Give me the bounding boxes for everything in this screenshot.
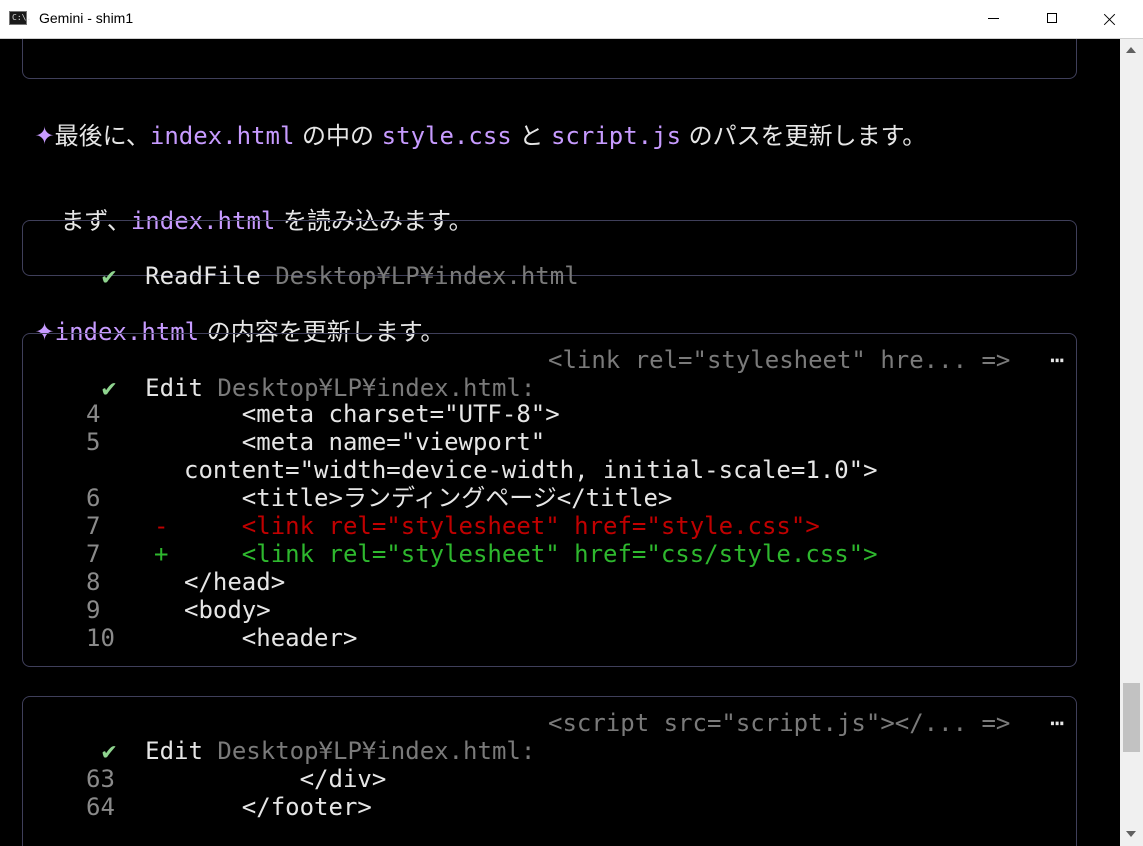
code-text: <header> bbox=[184, 624, 358, 652]
close-button[interactable] bbox=[1082, 0, 1140, 38]
message-text: のパスを更新します。 bbox=[681, 122, 927, 150]
minimize-icon bbox=[988, 18, 999, 19]
line-number: 7 bbox=[86, 512, 101, 540]
previous-tool-box bbox=[22, 39, 1077, 79]
tool-path: Desktop¥LP¥index.html bbox=[275, 262, 579, 290]
message-text: 最後に、 bbox=[54, 122, 150, 150]
message-text: の中の bbox=[294, 122, 382, 150]
sparkle-icon: ✦ bbox=[34, 122, 55, 150]
tool-name: ReadFile bbox=[145, 262, 261, 290]
tool-path: Desktop¥LP¥index.html: bbox=[217, 737, 536, 765]
scroll-up-arrow-icon[interactable] bbox=[1126, 47, 1136, 53]
code-text: <title>ランディングページ</title> bbox=[184, 484, 673, 512]
vertical-scrollbar[interactable] bbox=[1120, 39, 1143, 846]
edit-summary-1: <link rel="stylesheet" hre... => bbox=[548, 346, 1011, 374]
file-ref: style.css bbox=[381, 122, 512, 150]
line-number: 7 bbox=[86, 540, 101, 568]
scrollbar-thumb[interactable] bbox=[1123, 683, 1140, 752]
tool-name: Edit bbox=[145, 374, 203, 402]
console-app-icon: C:\. bbox=[9, 11, 31, 25]
code-text: <meta charset="UTF-8"> bbox=[184, 400, 560, 428]
minimize-button[interactable] bbox=[966, 0, 1024, 38]
line-number: 5 bbox=[86, 428, 101, 456]
code-text: <body> bbox=[184, 596, 271, 624]
message-text: と bbox=[511, 122, 551, 150]
code-text: </div> bbox=[184, 765, 387, 793]
tool-path: Desktop¥LP¥index.html: bbox=[217, 374, 536, 402]
more-options-icon[interactable]: ⋯ bbox=[1050, 346, 1064, 374]
message-line-1: ✦最後に、index.html の中の style.css と script.j… bbox=[4, 94, 927, 178]
line-number: 63 bbox=[86, 765, 115, 793]
line-number: 64 bbox=[86, 793, 115, 821]
app-icon-text: C:\. bbox=[12, 13, 32, 22]
line-number: 6 bbox=[86, 484, 101, 512]
maximize-button[interactable] bbox=[1024, 0, 1082, 38]
check-icon: ✔ bbox=[101, 374, 117, 402]
line-number: 8 bbox=[86, 568, 101, 596]
code-text: content="width=device-width, initial-sca… bbox=[184, 456, 878, 484]
scroll-down-arrow-icon[interactable] bbox=[1126, 831, 1136, 837]
window-titlebar: C:\. Gemini - shim1 bbox=[0, 0, 1143, 39]
code-text: <link rel="stylesheet" href="style.css"> bbox=[184, 512, 820, 540]
maximize-icon bbox=[1047, 13, 1057, 23]
check-icon: ✔ bbox=[101, 737, 117, 765]
line-number: 9 bbox=[86, 596, 101, 624]
check-icon: ✔ bbox=[101, 262, 117, 290]
window-title: Gemini - shim1 bbox=[39, 10, 134, 26]
code-text: <link rel="stylesheet" href="css/style.c… bbox=[184, 540, 878, 568]
code-text: </head> bbox=[184, 568, 286, 596]
line-number: 4 bbox=[86, 400, 101, 428]
file-ref: script.js bbox=[550, 122, 682, 150]
terminal-area[interactable]: ✦最後に、index.html の中の style.css と script.j… bbox=[0, 39, 1120, 846]
code-text: </footer> bbox=[184, 793, 372, 821]
code-text: <meta name="viewport" bbox=[184, 428, 546, 456]
tool-name: Edit bbox=[145, 737, 203, 765]
diff-sign: - bbox=[154, 512, 169, 540]
file-ref: index.html bbox=[149, 122, 295, 150]
more-options-icon[interactable]: ⋯ bbox=[1050, 709, 1064, 737]
close-icon bbox=[1104, 13, 1116, 25]
line-number: 10 bbox=[86, 624, 115, 652]
diff-sign: + bbox=[154, 540, 169, 568]
edit-summary-2: <script src="script.js"></... => bbox=[548, 709, 1011, 737]
